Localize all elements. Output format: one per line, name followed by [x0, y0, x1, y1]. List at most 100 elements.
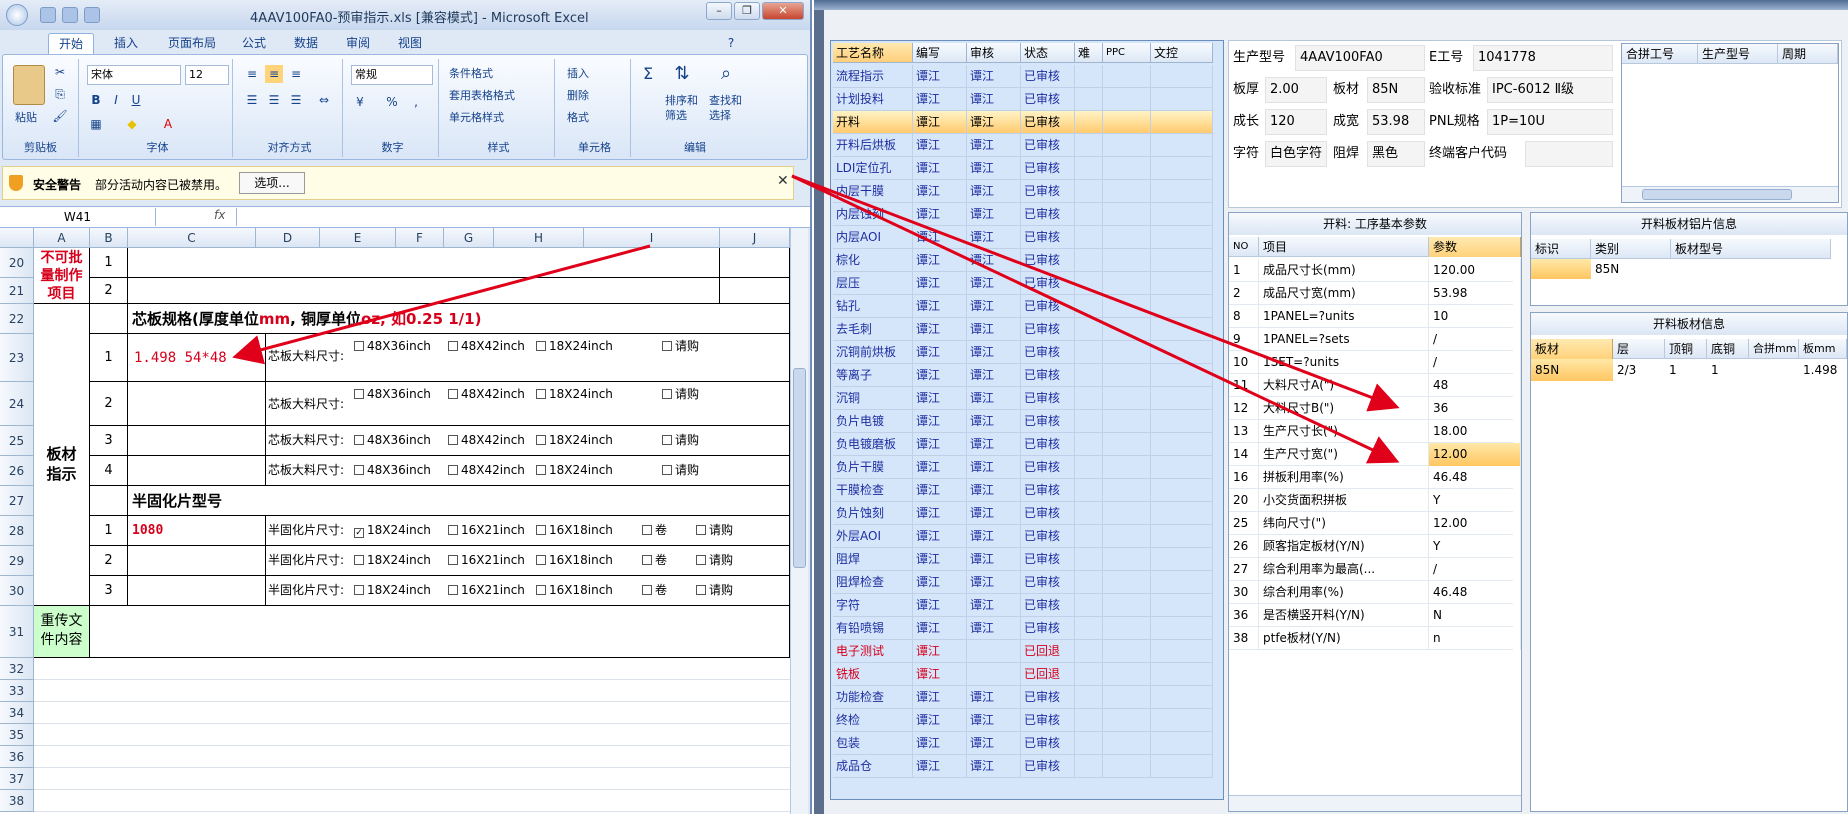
sort-filter-icon[interactable]: ⇅ — [673, 65, 691, 83]
checkbox[interactable] — [662, 389, 672, 399]
sheet-col-layer[interactable]: 层 — [1613, 339, 1665, 359]
cell-c26[interactable] — [128, 456, 266, 486]
format-cells-button[interactable]: 格式 — [567, 109, 589, 125]
prepreg-size-row-1[interactable]: 半固化片尺寸: ✓ 18X24inch 16X21inch 16X18inch 卷… — [266, 516, 790, 546]
row-header[interactable]: 22 — [0, 304, 34, 334]
checkbox[interactable] — [354, 465, 364, 475]
process-row[interactable]: 内层干膜 谭江 谭江 已审核 — [833, 180, 1213, 203]
cut-icon[interactable]: ✂ — [51, 63, 69, 81]
border-icon[interactable]: ▦ — [87, 115, 105, 133]
param-row[interactable]: 14 生产尺寸宽(") 12.00 — [1229, 443, 1521, 466]
tab-review[interactable]: 审阅 — [336, 33, 380, 54]
close-button[interactable]: ✕ — [762, 2, 804, 20]
underline-icon[interactable]: U — [127, 91, 145, 109]
param-row[interactable]: 25 纬向尺寸(") 12.00 — [1229, 512, 1521, 535]
close-bar-icon[interactable]: ✕ — [777, 173, 789, 189]
checkbox[interactable] — [662, 465, 672, 475]
board-guide-cell[interactable]: 板材 指示 — [34, 304, 90, 606]
param-col-no[interactable]: NO — [1229, 237, 1259, 257]
param-col-item[interactable]: 项目 — [1259, 237, 1429, 257]
param-row[interactable]: 9 1PANEL=?sets / — [1229, 328, 1521, 351]
currency-icon[interactable]: ¥ — [351, 93, 369, 111]
model-value[interactable]: 4AAV100FA0 — [1295, 45, 1425, 71]
process-row[interactable]: 层压 谭江 谭江 已审核 — [833, 272, 1213, 295]
merge-col-model[interactable]: 生产型号 — [1698, 44, 1778, 64]
tab-home[interactable]: 开始 — [48, 33, 95, 54]
col-doc-control[interactable]: 文控 — [1151, 43, 1213, 63]
align-top-icon[interactable]: ≡ — [243, 65, 261, 83]
prepreg-title[interactable]: 半固化片型号 — [128, 486, 790, 516]
process-row[interactable]: 开料后烘板 谭江 谭江 已审核 — [833, 134, 1213, 157]
process-row[interactable]: 成品仓 谭江 谭江 已审核 — [833, 755, 1213, 778]
process-row[interactable]: 功能检查 谭江 谭江 已审核 — [833, 686, 1213, 709]
row-header[interactable]: 26 — [0, 456, 34, 486]
col-header[interactable]: C — [128, 228, 256, 248]
cell-c24[interactable] — [128, 382, 266, 426]
vertical-scrollbar[interactable] — [790, 228, 808, 814]
checkbox[interactable] — [662, 435, 672, 445]
checkbox[interactable] — [536, 389, 546, 399]
process-row[interactable]: 流程指示 谭江 谭江 已审核 — [833, 65, 1213, 88]
checkbox[interactable] — [354, 555, 364, 565]
row-header[interactable]: 37 — [0, 768, 34, 790]
checkbox[interactable] — [696, 585, 706, 595]
param-row[interactable]: 8 1PANEL=?units 10 — [1229, 305, 1521, 328]
param-row[interactable]: 11 大料尺寸A(") 48 — [1229, 374, 1521, 397]
cell-c20[interactable] — [128, 248, 720, 278]
select-all[interactable] — [0, 228, 34, 248]
col-header[interactable]: A — [34, 228, 90, 248]
wid-value[interactable]: 53.98 — [1367, 109, 1425, 135]
sheet-col-mat[interactable]: 板材 — [1531, 339, 1613, 359]
col-ppc[interactable]: PPC — [1103, 43, 1151, 63]
cell-c30[interactable] — [128, 576, 266, 606]
process-row[interactable]: 包装 谭江 谭江 已审核 — [833, 732, 1213, 755]
process-row[interactable]: 外层AOI 谭江 谭江 已审核 — [833, 525, 1213, 548]
row-header[interactable]: 25 — [0, 426, 34, 456]
minimize-button[interactable]: – — [706, 2, 732, 20]
sheet-col-board[interactable]: 板mm — [1799, 339, 1847, 359]
process-row[interactable]: 字符 谭江 谭江 已审核 — [833, 594, 1213, 617]
checkbox[interactable] — [354, 435, 364, 445]
process-row[interactable]: 开料 谭江 谭江 已审核 — [833, 111, 1213, 134]
checkbox[interactable] — [448, 435, 458, 445]
checkbox[interactable] — [696, 555, 706, 565]
col-header[interactable]: D — [256, 228, 320, 248]
merge-hscroll[interactable] — [1622, 186, 1838, 202]
copy-icon[interactable]: ⎘ — [51, 85, 69, 103]
empty-grid[interactable] — [34, 658, 790, 814]
cell-b27[interactable] — [90, 486, 128, 516]
cell-j21[interactable] — [720, 278, 790, 304]
tab-view[interactable]: 视图 — [388, 33, 432, 54]
sheet-row-mat[interactable]: 85N — [1531, 359, 1613, 381]
cell-b20[interactable]: 1 — [90, 248, 128, 278]
checkbox[interactable] — [696, 525, 706, 535]
cell-c25[interactable] — [128, 426, 266, 456]
char-value[interactable]: 白色字符 — [1265, 141, 1327, 167]
pnl-value[interactable]: 1P=10U — [1487, 109, 1613, 135]
param-row[interactable]: 26 顾客指定板材(Y/N) Y — [1229, 535, 1521, 558]
process-row[interactable]: 电子测试 谭江 已回退 — [833, 640, 1213, 663]
checkbox[interactable] — [448, 555, 458, 565]
checkbox[interactable] — [354, 389, 364, 399]
paste-icon[interactable] — [13, 65, 45, 105]
cell-b26[interactable]: 4 — [90, 456, 128, 486]
redo-icon[interactable] — [84, 7, 100, 23]
std-value[interactable]: IPC-6012 Ⅱ级 — [1487, 77, 1613, 103]
process-row[interactable]: 钻孔 谭江 谭江 已审核 — [833, 295, 1213, 318]
core-size-row-1[interactable]: 芯板大料尺寸: 48X36inch 48X42inch 18X24inch 请购 — [266, 334, 790, 382]
bold-icon[interactable]: B — [87, 91, 105, 109]
tab-formulas[interactable]: 公式 — [232, 33, 276, 54]
foil-row-id[interactable] — [1531, 259, 1591, 279]
process-row[interactable]: 棕化 谭江 谭江 已审核 — [833, 249, 1213, 272]
core-size-row-4[interactable]: 芯板大料尺寸: 48X36inch 48X42inch 18X24inch 请购 — [266, 456, 790, 486]
cell-b21[interactable]: 2 — [90, 278, 128, 304]
cell-styles-button[interactable]: 单元格样式 — [449, 109, 504, 125]
format-table-button[interactable]: 套用表格格式 — [449, 87, 515, 103]
formula-input[interactable] — [236, 208, 792, 226]
find-icon[interactable]: ⌕ — [717, 65, 735, 83]
param-row[interactable]: 1 成品尺寸长(mm) 120.00 — [1229, 259, 1521, 282]
mat-value[interactable]: 85N — [1367, 77, 1425, 103]
foil-row-type[interactable]: 85N — [1595, 259, 1619, 279]
col-header[interactable]: E — [320, 228, 396, 248]
font-color-icon[interactable]: A — [159, 115, 177, 133]
